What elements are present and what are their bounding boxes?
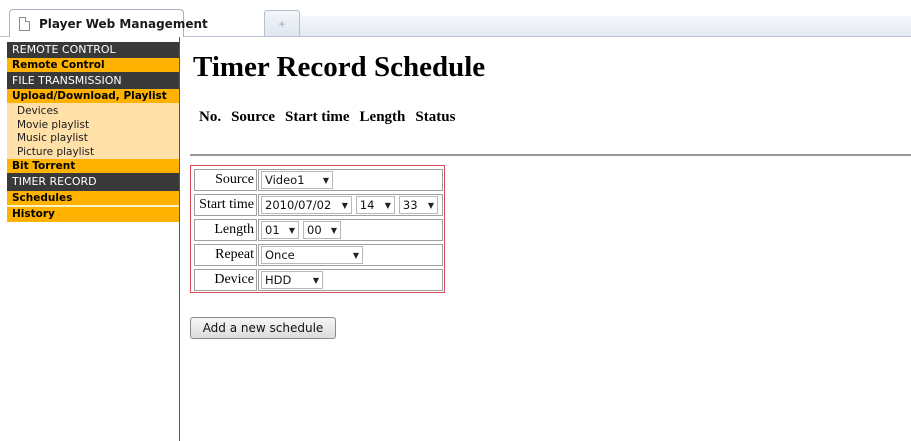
nav-item-upload-download-playlist[interactable]: Upload/Download, Playlist <box>7 89 180 103</box>
column-length: Length <box>359 109 406 125</box>
nav-item-movie-playlist[interactable]: Movie playlist <box>7 119 180 133</box>
source-select[interactable]: Video1 ▼ <box>261 171 333 189</box>
nav-item-remote-control[interactable]: Remote Control <box>7 58 180 72</box>
length-hours-select[interactable]: 01 ▼ <box>261 221 299 239</box>
repeat-label: Repeat <box>194 244 257 266</box>
browser-tab-strip: Player Web Management + <box>0 0 911 38</box>
repeat-cell: Once ▼ <box>258 244 443 266</box>
device-value: HDD <box>265 273 292 287</box>
start-date-value: 2010/07/02 <box>265 198 332 212</box>
device-select[interactable]: HDD ▼ <box>261 271 323 289</box>
column-source: Source <box>231 109 275 125</box>
chevron-down-icon: ▼ <box>322 175 330 185</box>
header-rule <box>190 154 911 156</box>
chevron-down-icon: ▼ <box>330 225 338 235</box>
row-start-time: Start time 2010/07/02 ▼ 14 ▼ 33 ▼ <box>194 194 443 216</box>
tab-title: Player Web Management <box>39 16 208 31</box>
source-label: Source <box>194 169 257 191</box>
column-no: No. <box>199 109 222 125</box>
row-device: Device HDD ▼ <box>194 269 443 291</box>
row-length: Length 01 ▼ 00 ▼ <box>194 219 443 241</box>
start-time-cell: 2010/07/02 ▼ 14 ▼ 33 ▼ <box>258 194 443 216</box>
start-minute-value: 33 <box>402 198 418 212</box>
repeat-select[interactable]: Once ▼ <box>261 246 363 264</box>
source-cell: Video1 ▼ <box>258 169 443 191</box>
device-label: Device <box>194 269 257 291</box>
length-hours-value: 01 <box>265 223 280 237</box>
sidebar-nav: REMOTE CONTROL Remote Control FILE TRANS… <box>7 42 180 222</box>
nav-item-picture-playlist[interactable]: Picture playlist <box>7 146 180 160</box>
chevron-down-icon: ▼ <box>288 225 296 235</box>
schedule-form: Source Video1 ▼ Start time 2010/07/02 ▼ … <box>190 165 445 293</box>
nav-header-file-transmission: FILE TRANSMISSION <box>7 72 180 89</box>
new-tab-icon: + <box>278 16 286 31</box>
device-cell: HDD ▼ <box>258 269 443 291</box>
nav-item-history[interactable]: History <box>7 205 180 220</box>
source-value: Video1 <box>265 173 305 187</box>
nav-header-remote-control: REMOTE CONTROL <box>7 42 180 58</box>
start-hour-select[interactable]: 14 ▼ <box>355 196 395 214</box>
nav-item-schedules[interactable]: Schedules <box>7 191 180 205</box>
chevron-down-icon: ▼ <box>384 200 391 210</box>
nav-header-timer-record: TIMER RECORD <box>7 173 180 191</box>
nav-item-bit-torrent[interactable]: Bit Torrent <box>7 159 180 173</box>
column-start-time: Start time <box>284 109 350 125</box>
start-date-select[interactable]: 2010/07/02 ▼ <box>261 196 352 214</box>
start-time-label: Start time <box>194 194 257 216</box>
chevron-down-icon: ▼ <box>427 200 435 210</box>
length-label: Length <box>194 219 257 241</box>
content-divider <box>179 37 180 441</box>
nav-sub-list: Devices Movie playlist Music playlist Pi… <box>7 103 180 159</box>
chevron-down-icon: ▼ <box>341 200 348 210</box>
page-icon <box>19 16 30 31</box>
length-cell: 01 ▼ 00 ▼ <box>258 219 443 241</box>
row-repeat: Repeat Once ▼ <box>194 244 443 266</box>
tab-strip-background <box>300 16 911 36</box>
start-hour-value: 14 <box>359 198 375 212</box>
row-source: Source Video1 ▼ <box>194 169 443 191</box>
length-minutes-select[interactable]: 00 ▼ <box>303 221 341 239</box>
schedule-list-header: No. Source Start time Length Status <box>199 109 465 126</box>
nav-item-music-playlist[interactable]: Music playlist <box>7 132 180 146</box>
length-minutes-value: 00 <box>307 223 322 237</box>
chevron-down-icon: ▼ <box>312 275 320 285</box>
new-tab-button[interactable]: + <box>264 10 300 36</box>
add-schedule-button[interactable]: Add a new schedule <box>190 317 336 339</box>
browser-tab-active[interactable]: Player Web Management <box>9 9 208 37</box>
start-minute-select[interactable]: 33 ▼ <box>398 196 438 214</box>
page-title: Timer Record Schedule <box>193 51 486 83</box>
repeat-value: Once <box>265 248 295 262</box>
nav-item-devices[interactable]: Devices <box>7 105 180 119</box>
chevron-down-icon: ▼ <box>352 250 360 260</box>
column-status: Status <box>415 109 456 125</box>
